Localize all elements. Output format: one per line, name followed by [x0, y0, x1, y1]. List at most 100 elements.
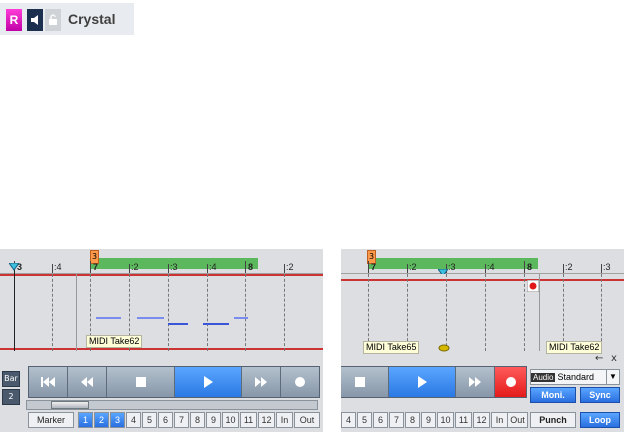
lock-button[interactable] [45, 9, 61, 31]
grid-line [207, 274, 208, 351]
ruler-label: :4 [54, 262, 62, 272]
play-button[interactable] [389, 367, 456, 397]
left-sequencer-panel: 3 3 :4 7 :2 :3 :4 8 :2 MIDI Take62 Bar 2 [0, 249, 323, 432]
locator-1-button[interactable]: 1 [78, 412, 93, 428]
position-slider[interactable] [26, 400, 318, 410]
locator-6-button[interactable]: 6 [158, 412, 173, 428]
ruler-label: :3 [170, 262, 178, 272]
timeline-ruler[interactable]: 3 3 :4 7 :2 :3 :4 8 :2 [0, 249, 323, 274]
fast-forward-icon [469, 377, 481, 387]
slider-thumb[interactable] [51, 401, 89, 409]
lock-icon [49, 14, 57, 25]
locator-8-button[interactable]: 8 [190, 412, 205, 428]
locator-buttons: 1 2 3 4 5 6 7 8 9 10 11 12 In Out [78, 412, 323, 428]
punch-button[interactable]: Punch [530, 412, 576, 428]
skip-back-icon [41, 377, 55, 387]
close-icon[interactable]: x [611, 353, 617, 364]
stop-icon [135, 377, 146, 387]
locator-3-button[interactable]: 3 [110, 412, 125, 428]
midi-note[interactable] [96, 317, 121, 319]
locator-out-button[interactable]: Out [294, 412, 320, 428]
clip-name-label[interactable]: MIDI Take62 [86, 335, 143, 348]
locator-in-button[interactable]: In [491, 412, 508, 428]
locator-11-button[interactable]: 11 [455, 412, 472, 428]
bar-mode-button[interactable]: Bar [2, 371, 20, 387]
timeline-ruler[interactable]: 3 7 :2 :3 :4 8 :2 :3 [341, 249, 624, 274]
monitor-button[interactable]: Moni. [530, 387, 576, 403]
ruler-tick [407, 264, 408, 273]
record-button[interactable] [495, 367, 526, 397]
locator-4-button[interactable]: 4 [126, 412, 141, 428]
transport-bar [28, 366, 320, 398]
locator-2-button[interactable]: 2 [94, 412, 109, 428]
locator-9-button[interactable]: 9 [421, 412, 436, 428]
locator-8-button[interactable]: 8 [405, 412, 420, 428]
track-name[interactable]: Crystal [68, 11, 115, 27]
track-lane[interactable] [0, 274, 323, 351]
track-lane[interactable] [341, 274, 624, 351]
rewind-button[interactable] [68, 367, 107, 397]
locator-6-button[interactable]: 6 [373, 412, 388, 428]
play-button[interactable] [175, 367, 242, 397]
grid-line [563, 274, 564, 351]
record-point-icon[interactable] [527, 280, 539, 292]
audio-mode-select[interactable]: Audio Standard ▼ [530, 369, 620, 385]
locator-4-button[interactable]: 4 [341, 412, 356, 428]
locator-12-button[interactable]: 12 [258, 412, 275, 428]
audio-value: Standard [557, 372, 594, 382]
grid-line [524, 274, 525, 351]
go-to-start-button[interactable] [29, 367, 68, 397]
ruler-tick [368, 261, 369, 273]
midi-note[interactable] [203, 323, 229, 325]
clip-name-label[interactable]: MIDI Take65 [363, 341, 420, 354]
record-arm-button[interactable]: R [6, 9, 22, 31]
playhead-icon[interactable] [9, 263, 19, 271]
grid-line [76, 274, 77, 351]
locator-12-button[interactable]: 12 [473, 412, 490, 428]
speaker-button[interactable] [27, 9, 43, 31]
midi-note[interactable] [168, 323, 188, 325]
marker-button[interactable]: Marker [28, 412, 74, 428]
ruler-tick [284, 264, 285, 273]
chevron-down-icon[interactable]: ▼ [606, 370, 619, 384]
sync-button[interactable]: Sync [580, 387, 620, 403]
loop-button[interactable]: Loop [580, 412, 620, 428]
record-icon [505, 377, 516, 387]
locator-7-button[interactable]: 7 [389, 412, 404, 428]
ruler-label: 8 [527, 262, 533, 272]
locator-10-button[interactable]: 10 [437, 412, 454, 428]
ruler-label: :2 [409, 262, 417, 272]
grid-line [446, 274, 447, 351]
fast-forward-button[interactable] [242, 367, 281, 397]
locator-11-button[interactable]: 11 [240, 412, 257, 428]
stop-icon [355, 377, 365, 387]
locator-buttons: 4 5 6 7 8 9 10 11 12 In Out [341, 412, 528, 428]
ruler-label: :4 [487, 262, 495, 272]
grid-line [168, 274, 169, 351]
clip-name-label[interactable]: MIDI Take62 [546, 341, 603, 354]
record-icon [295, 377, 305, 387]
locator-5-button[interactable]: 5 [142, 412, 157, 428]
back-arrow-icon[interactable]: ← [595, 353, 603, 364]
bar-number-button[interactable]: 2 [2, 389, 20, 405]
midi-note[interactable] [137, 317, 164, 319]
audio-tag: Audio [531, 373, 556, 382]
locator-7-button[interactable]: 7 [174, 412, 189, 428]
stop-button[interactable] [107, 367, 175, 397]
locator-5-button[interactable]: 5 [357, 412, 372, 428]
grid-line [245, 274, 246, 351]
locator-out-button[interactable]: Out [507, 412, 528, 428]
midi-note[interactable] [234, 317, 248, 319]
ruler-tick [245, 261, 246, 273]
ruler-label: 7 [371, 262, 377, 272]
fast-forward-button[interactable] [456, 367, 495, 397]
rewind-icon [81, 377, 93, 387]
locator-9-button[interactable]: 9 [206, 412, 221, 428]
locator-in-button[interactable]: In [276, 412, 293, 428]
grid-line [284, 274, 285, 351]
stop-button[interactable] [341, 367, 389, 397]
grid-line [407, 274, 408, 351]
right-sequencer-panel: 3 7 :2 :3 :4 8 :2 :3 MIDI Take65 MIDI Ta… [341, 249, 624, 432]
locator-10-button[interactable]: 10 [222, 412, 239, 428]
record-button[interactable] [281, 367, 319, 397]
